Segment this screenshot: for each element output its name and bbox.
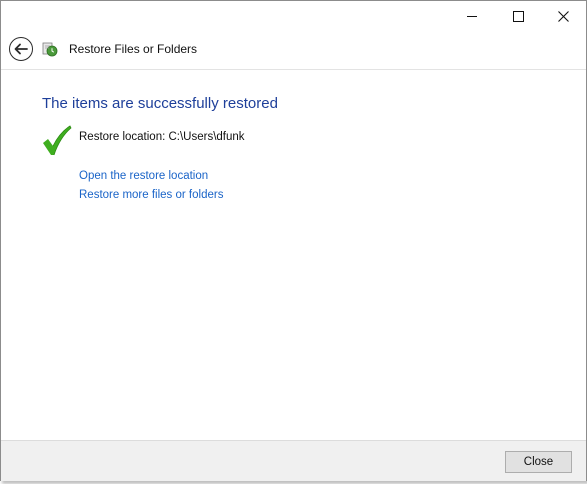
file-history-icon [42,42,58,57]
restore-more-link[interactable]: Restore more files or folders [79,189,223,201]
checkmark-icon [43,125,72,156]
restore-location-text: Restore location: C:\Users\dfunk [79,131,245,143]
maximize-icon [512,10,524,22]
back-arrow-icon [14,43,28,55]
restore-window: Restore Files or Folders The items are s… [0,0,587,481]
title-bar [1,1,586,31]
footer-bar: Close [1,440,586,481]
minimize-icon [467,15,477,17]
maximize-button[interactable] [495,1,541,31]
window-title: Restore Files or Folders [69,42,198,56]
minimize-button[interactable] [449,1,495,31]
open-restore-location-link[interactable]: Open the restore location [79,170,208,182]
wizard-header: Restore Files or Folders [1,31,586,70]
page-title: The items are successfully restored [42,95,278,112]
close-button[interactable]: Close [505,451,572,473]
back-button[interactable] [9,37,33,61]
close-icon [557,10,569,22]
close-window-button[interactable] [540,1,586,31]
